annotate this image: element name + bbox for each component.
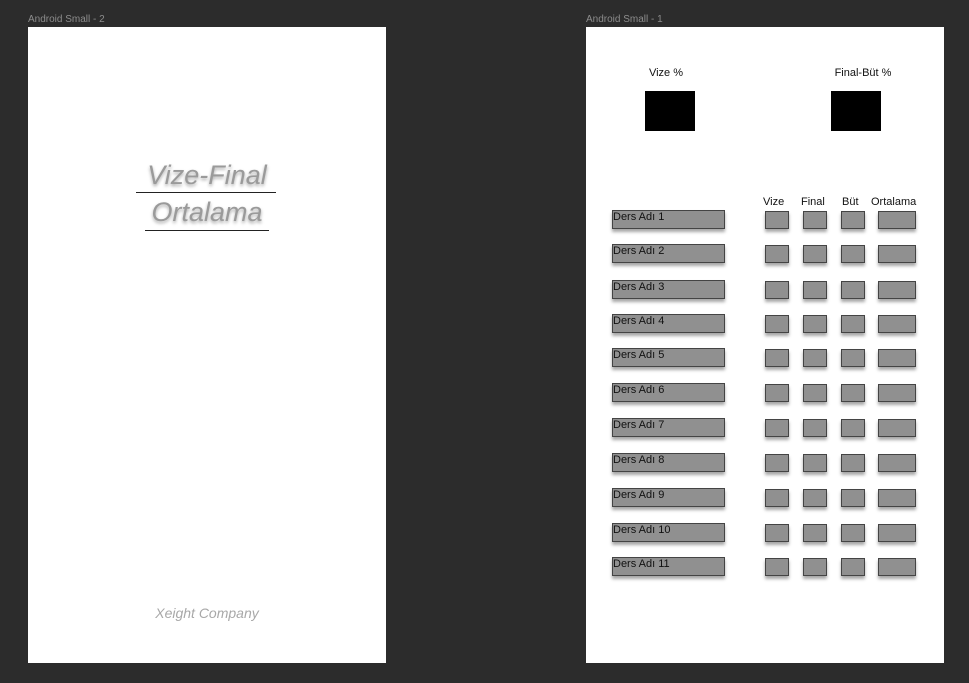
app-title-line2: Ortalama (151, 197, 263, 227)
final-input[interactable] (803, 245, 827, 263)
but-input[interactable] (841, 489, 865, 507)
but-input[interactable] (841, 349, 865, 367)
course-name-field[interactable]: Ders Adı 1 (612, 210, 725, 229)
app-title-line1: Vize-Final (147, 160, 267, 190)
final-input[interactable] (803, 419, 827, 437)
but-input[interactable] (841, 384, 865, 402)
vize-input[interactable] (765, 384, 789, 402)
final-input[interactable] (803, 384, 827, 402)
but-input[interactable] (841, 454, 865, 472)
final-but-percent-label: Final-Büt % (834, 67, 892, 79)
final-input[interactable] (803, 489, 827, 507)
column-header-vize: Vize (763, 196, 785, 208)
course-name-field[interactable]: Ders Adı 10 (612, 523, 725, 542)
course-row: Ders Adı 10 (586, 523, 944, 545)
vize-percent-label: Vize % (648, 67, 684, 79)
ortalama-output (878, 211, 916, 229)
final-input[interactable] (803, 454, 827, 472)
column-header-ortalama: Ortalama (871, 196, 917, 208)
course-row: Ders Adı 5 (586, 348, 944, 370)
vize-input[interactable] (765, 419, 789, 437)
splash-frame[interactable]: Vize-Final Ortalama Xeight Company (28, 27, 386, 663)
course-name-field[interactable]: Ders Adı 9 (612, 488, 725, 507)
course-name-field[interactable]: Ders Adı 3 (612, 280, 725, 299)
course-row: Ders Adı 1 (586, 210, 944, 232)
ortalama-output (878, 558, 916, 576)
final-input[interactable] (803, 558, 827, 576)
final-input[interactable] (803, 349, 827, 367)
vize-input[interactable] (765, 211, 789, 229)
ortalama-output (878, 315, 916, 333)
course-row: Ders Adı 8 (586, 453, 944, 475)
ortalama-output (878, 524, 916, 542)
but-input[interactable] (841, 281, 865, 299)
final-but-percent-input[interactable] (831, 91, 881, 131)
course-row: Ders Adı 3 (586, 280, 944, 302)
ortalama-output (878, 384, 916, 402)
but-input[interactable] (841, 558, 865, 576)
vize-input[interactable] (765, 454, 789, 472)
final-input[interactable] (803, 524, 827, 542)
course-row: Ders Adı 7 (586, 418, 944, 440)
grade-frame[interactable]: Vize % Final-Büt % Vize Final Büt Ortala… (586, 27, 944, 663)
course-name-field[interactable]: Ders Adı 7 (612, 418, 725, 437)
ortalama-output (878, 419, 916, 437)
final-input[interactable] (803, 315, 827, 333)
course-row: Ders Adı 11 (586, 557, 944, 579)
final-input[interactable] (803, 281, 827, 299)
but-input[interactable] (841, 524, 865, 542)
course-name-field[interactable]: Ders Adı 4 (612, 314, 725, 333)
ortalama-output (878, 281, 916, 299)
vize-input[interactable] (765, 315, 789, 333)
column-header-final: Final (801, 196, 825, 208)
column-header-but: Büt (842, 196, 859, 208)
course-name-field[interactable]: Ders Adı 6 (612, 383, 725, 402)
title-underline-2 (145, 230, 269, 231)
course-name-field[interactable]: Ders Adı 2 (612, 244, 725, 263)
title-underline-1 (136, 192, 276, 193)
but-input[interactable] (841, 245, 865, 263)
but-input[interactable] (841, 211, 865, 229)
vize-input[interactable] (765, 281, 789, 299)
course-name-field[interactable]: Ders Adı 11 (612, 557, 725, 576)
vize-input[interactable] (765, 524, 789, 542)
frame-label-splash[interactable]: Android Small - 2 (28, 14, 105, 25)
company-name: Xeight Company (155, 605, 259, 621)
vize-input[interactable] (765, 245, 789, 263)
course-name-field[interactable]: Ders Adı 8 (612, 453, 725, 472)
but-input[interactable] (841, 419, 865, 437)
course-row: Ders Adı 2 (586, 244, 944, 266)
final-input[interactable] (803, 211, 827, 229)
frame-label-main[interactable]: Android Small - 1 (586, 14, 663, 25)
vize-input[interactable] (765, 558, 789, 576)
course-name-field[interactable]: Ders Adı 5 (612, 348, 725, 367)
course-row: Ders Adı 6 (586, 383, 944, 405)
vize-percent-input[interactable] (645, 91, 695, 131)
course-row: Ders Adı 4 (586, 314, 944, 336)
ortalama-output (878, 489, 916, 507)
vize-input[interactable] (765, 489, 789, 507)
course-row: Ders Adı 9 (586, 488, 944, 510)
ortalama-output (878, 454, 916, 472)
ortalama-output (878, 349, 916, 367)
ortalama-output (878, 245, 916, 263)
but-input[interactable] (841, 315, 865, 333)
vize-input[interactable] (765, 349, 789, 367)
